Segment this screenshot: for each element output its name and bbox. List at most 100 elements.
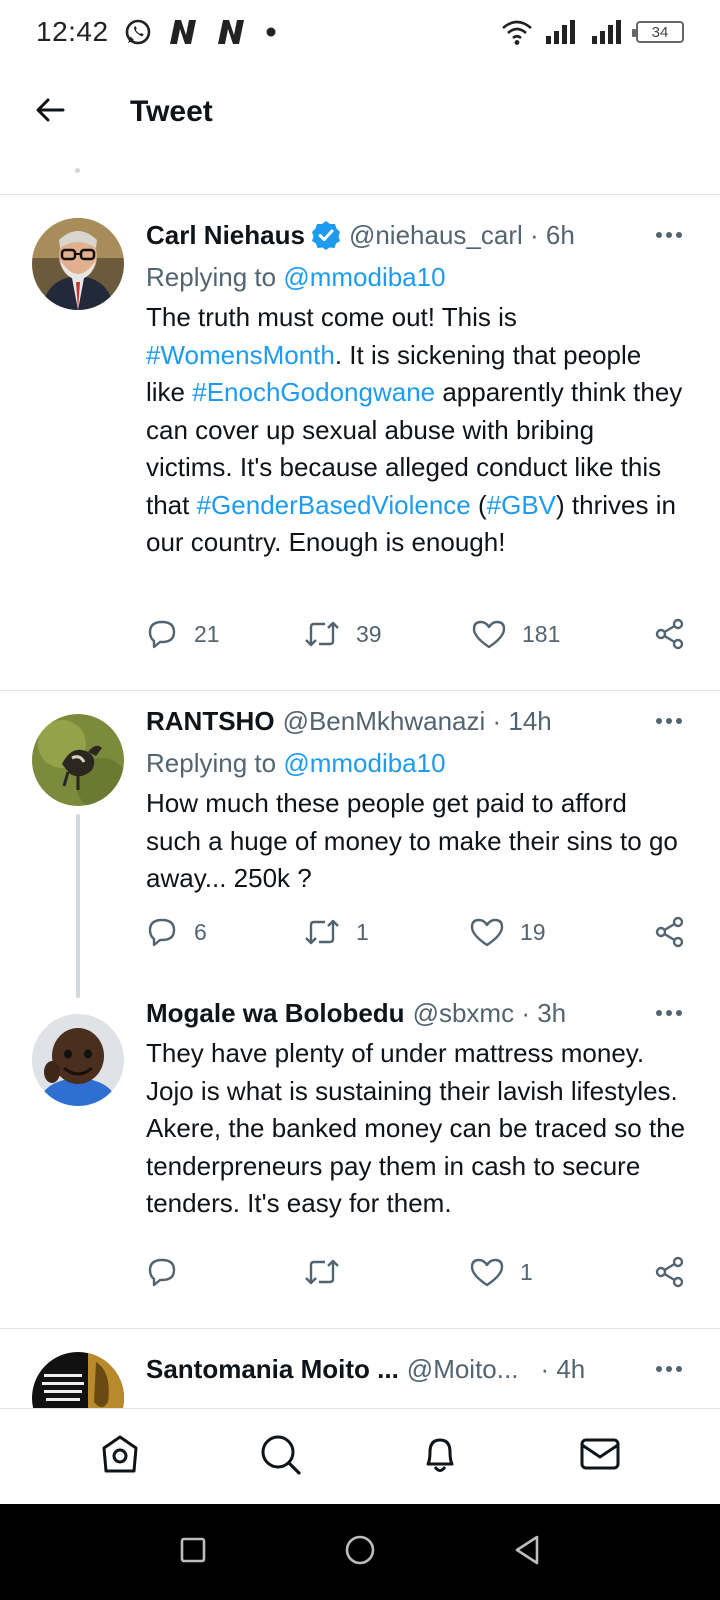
system-home-button[interactable] — [335, 1527, 385, 1577]
hashtag-link[interactable]: #EnochGodongwane — [192, 377, 435, 407]
whatsapp-icon — [123, 17, 153, 47]
tweet-time: · 4h — [540, 1354, 586, 1384]
share-button[interactable] — [654, 618, 686, 650]
avatar[interactable] — [32, 1014, 124, 1106]
author-name[interactable]: Santomania Moito ... — [146, 1350, 399, 1388]
more-options-icon[interactable] — [656, 1366, 686, 1372]
tweet-header: Carl Niehaus @niehaus_carl · 6h — [146, 216, 686, 254]
nav-notifications-button[interactable] — [410, 1427, 470, 1487]
home-icon — [98, 1432, 142, 1481]
like-button[interactable]: 1 — [470, 1257, 636, 1287]
mention-link[interactable]: @mmodiba10 — [283, 748, 445, 778]
reply-icon — [146, 916, 178, 948]
retweet-button[interactable] — [304, 1257, 470, 1287]
avatar[interactable] — [32, 714, 124, 806]
tweet-body: Santomania Moito ... @Moito... · 4h — [146, 1350, 686, 1388]
tweet-header: Mogale wa Bolobedu @sbxmc · 3h — [146, 994, 686, 1032]
like-button[interactable]: 19 — [470, 917, 636, 947]
retweet-button[interactable]: 1 — [304, 917, 470, 947]
back-button[interactable] — [32, 94, 68, 130]
tweet-text: How much these people get paid to afford… — [146, 788, 678, 893]
dot-icon — [263, 24, 279, 40]
tweet-item[interactable]: Mogale wa Bolobedu @sbxmc · 3h They have… — [0, 998, 720, 1328]
nav-messages-button[interactable] — [570, 1427, 630, 1487]
tweet-header: Santomania Moito ... @Moito... · 4h — [146, 1350, 686, 1388]
signal-icon — [544, 19, 580, 45]
reply-icon — [146, 1256, 178, 1288]
reply-button[interactable]: 21 — [146, 618, 304, 650]
more-options-icon[interactable] — [656, 232, 686, 238]
reply-count: 6 — [194, 918, 207, 945]
tweet-body: Carl Niehaus @niehaus_carl · 6h Replying… — [146, 216, 686, 562]
search-icon — [258, 1432, 302, 1481]
more-options-icon[interactable] — [656, 1010, 686, 1016]
hashtag-link[interactable]: #WomensMonth — [146, 340, 335, 370]
hashtag-link[interactable]: #GenderBasedViolence — [197, 490, 471, 520]
replying-to: Replying to @mmodiba10 — [146, 258, 686, 296]
like-count: 1 — [520, 1258, 533, 1285]
recents-button[interactable] — [168, 1527, 218, 1577]
avatar[interactable] — [32, 218, 124, 310]
tweet-item[interactable]: RANTSHO @BenMkhwanazi · 14h Replying to … — [0, 690, 720, 1000]
tweet-actions: 1 — [146, 1256, 686, 1288]
tweet-text: They have plenty of under mattress money… — [146, 1038, 686, 1218]
status-time: 12:42 — [36, 16, 109, 47]
author-name[interactable]: Mogale wa Bolobedu — [146, 994, 405, 1032]
more-options-icon[interactable] — [656, 718, 686, 724]
bottom-navigation — [0, 1408, 720, 1504]
retweet-count: 1 — [356, 918, 369, 945]
heart-icon — [472, 619, 506, 649]
author-handle-time: @niehaus_carl · 6h — [348, 220, 575, 250]
share-icon — [654, 916, 686, 948]
retweet-icon — [304, 1257, 340, 1287]
verified-badge-icon — [311, 220, 341, 250]
tweet-body: RANTSHO @BenMkhwanazi · 14h Replying to … — [146, 702, 686, 898]
home-circle-icon — [344, 1534, 376, 1571]
wifi-icon — [500, 18, 534, 46]
tweet-actions: 21 39 181 — [146, 618, 686, 650]
author-name[interactable]: RANTSHO — [146, 702, 275, 740]
like-count: 19 — [520, 918, 546, 945]
tweet-item[interactable]: Carl Niehaus @niehaus_carl · 6h Replying… — [0, 194, 720, 690]
thread-connector-line — [76, 814, 80, 998]
retweet-button[interactable]: 39 — [304, 619, 472, 649]
hashtag-link[interactable]: #GBV — [487, 490, 556, 520]
news-n-icon — [215, 18, 249, 46]
text-segment: The truth must come out! This is — [146, 302, 517, 332]
arrow-left-icon — [35, 97, 65, 128]
retweet-icon — [304, 619, 340, 649]
author-handle-time: @sbxmc · 3h — [412, 998, 567, 1028]
replying-to-label: Replying to — [146, 748, 277, 778]
like-button[interactable]: 181 — [472, 619, 638, 649]
author-handle-time: @BenMkhwanazi · 14h — [282, 706, 552, 736]
like-count: 181 — [522, 620, 561, 647]
replying-to-label: Replying to — [146, 262, 277, 292]
author-name[interactable]: Carl Niehaus — [146, 216, 305, 254]
system-back-button[interactable] — [502, 1527, 552, 1577]
nav-search-button[interactable] — [250, 1427, 310, 1487]
tweet-header: RANTSHO @BenMkhwanazi · 14h — [146, 702, 686, 740]
heart-icon — [470, 917, 504, 947]
tweet-body: Mogale wa Bolobedu @sbxmc · 3h They have… — [146, 994, 686, 1223]
page-title: Tweet — [130, 95, 213, 128]
status-bar: 12:42 34 — [0, 0, 720, 64]
share-icon — [654, 1256, 686, 1288]
reply-button[interactable] — [146, 1256, 304, 1288]
share-icon — [654, 618, 686, 650]
mention-link[interactable]: @mmodiba10 — [283, 262, 445, 292]
battery-level: 34 — [651, 23, 669, 41]
status-right: 34 — [500, 18, 684, 46]
news-n-icon — [167, 18, 201, 46]
tweet-item[interactable]: Santomania Moito ... @Moito... · 4h — [0, 1328, 720, 1408]
recents-square-icon — [179, 1536, 207, 1569]
tweet-actions: 6 1 19 — [146, 916, 686, 948]
system-navigation-bar — [0, 1504, 720, 1600]
avatar[interactable] — [32, 1352, 124, 1408]
share-button[interactable] — [654, 1256, 686, 1288]
author-handle: @Moito... — [406, 1354, 519, 1384]
reply-button[interactable]: 6 — [146, 916, 304, 948]
nav-home-button[interactable] — [90, 1427, 150, 1487]
heart-icon — [470, 1257, 504, 1287]
share-button[interactable] — [654, 916, 686, 948]
retweet-count: 39 — [356, 620, 382, 647]
